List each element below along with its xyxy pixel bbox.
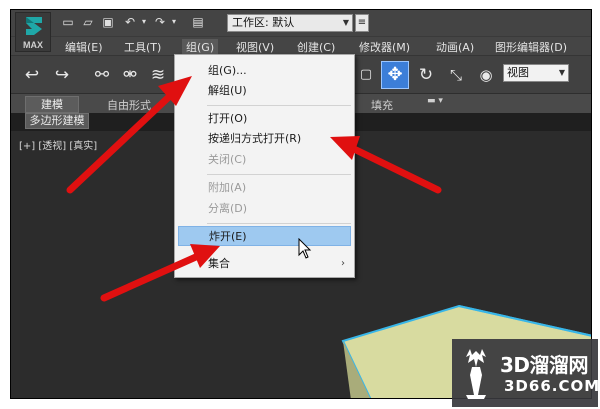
menu-create[interactable]: 创建(C) [297,39,335,55]
menu-separator [207,223,351,224]
menu-modifiers[interactable]: 修改器(M) [359,39,410,55]
menu-item-assembly-label: 集合 [208,257,230,270]
ribbon-tab-modeling[interactable]: 建模 [25,96,79,113]
move-icon: ✥ [387,64,403,85]
menu-item-detach: 分离(D) [208,202,248,215]
menu-bar: 编辑(E) 工具(T) 组(G) 视图(V) 创建(C) 修改器(M) 动画(A… [11,36,591,55]
quick-access-menu-icon[interactable]: ≡ [355,14,369,32]
menu-views[interactable]: 视图(V) [236,39,274,55]
project-folder-icon[interactable]: ▤ [191,15,205,29]
workspace-dropdown[interactable]: 工作区: 默认 ▼ [227,14,353,32]
redo-dropdown-icon[interactable]: ▾ [167,15,181,29]
select-and-move-button[interactable]: ✥ [381,61,409,89]
menu-item-close: 关闭(C) [208,153,247,166]
chevron-right-icon: › [341,258,345,269]
unlink-icon[interactable]: ⚮ [119,64,141,86]
ribbon-subtab-polygon-modeling[interactable]: 多边形建模 [25,113,89,129]
new-file-icon[interactable]: ▭ [61,15,75,29]
watermark: 3D溜溜网 3D66.COM [452,339,600,407]
menu-item-group[interactable]: 组(G)... [178,61,351,81]
rotate-icon[interactable]: ↻ [415,64,437,86]
logo-label: MAX [23,40,43,50]
menu-graph-editors[interactable]: 图形编辑器(D) [495,39,567,55]
watermark-brand: 3D溜溜网 [500,353,589,377]
menu-separator [207,105,351,106]
menu-item-assembly[interactable]: 集合 › [178,254,351,274]
reference-coordinate-label: 视图 [507,66,529,79]
menu-item-open[interactable]: 打开(O) [178,109,351,129]
chevron-down-icon: ▼ [558,68,565,77]
ribbon-tab-freeform[interactable]: 自由形式 [107,97,151,113]
menu-item-attach: 附加(A) [208,181,247,194]
menu-edit[interactable]: 编辑(E) [65,39,103,55]
link-icon[interactable]: ⚯ [91,64,113,86]
menu-group[interactable]: 组(G) [182,39,219,55]
open-folder-icon[interactable]: ▱ [81,15,95,29]
bind-space-warp-icon[interactable]: ≋ [147,64,169,86]
undo-icon[interactable]: ↩ [21,64,43,86]
title-bar: MAX ▭ ▱ ▣ ↶ ▾ ↷ ▾ ▤ 工作区: 默认 ▼ ≡ [11,10,591,52]
ribbon-options-icon[interactable]: ▬ ▾ [427,96,443,106]
menu-animation[interactable]: 动画(A) [436,39,474,55]
scale-icon[interactable]: ⤡ [445,64,467,86]
chevron-down-icon: ▼ [342,18,349,27]
undo-icon[interactable]: ↶ [123,15,137,29]
redo-icon[interactable]: ↷ [153,15,167,29]
place-icon[interactable]: ◉ [475,64,497,86]
deer-logo-icon [466,349,486,399]
redo-icon[interactable]: ↪ [51,64,73,86]
watermark-url: 3D66.COM [504,377,600,395]
select-region-icon[interactable]: ▢ [355,64,377,86]
mouse-cursor-icon [298,238,312,259]
group-menu-dropdown: 组(G)... 解组(U) 打开(O) 按递归方式打开(R) 关闭(C) 附加(… [174,54,355,278]
reference-coordinate-dropdown[interactable]: 视图 ▼ [503,64,569,82]
3dsmax-logo-icon [26,17,42,35]
undo-dropdown-icon[interactable]: ▾ [137,15,151,29]
menu-item-ungroup[interactable]: 解组(U) [178,81,351,101]
save-icon[interactable]: ▣ [101,15,115,29]
workspace-label: 工作区: 默认 [232,16,295,29]
menu-separator [207,174,351,175]
menu-item-open-recursively[interactable]: 按递归方式打开(R) [178,129,351,149]
menu-item-explode[interactable]: 炸开(E) [178,226,351,246]
ribbon-tab-populate[interactable]: 填充 [371,97,393,113]
menu-tools[interactable]: 工具(T) [124,39,161,55]
app-logo-button[interactable]: MAX [15,12,51,52]
